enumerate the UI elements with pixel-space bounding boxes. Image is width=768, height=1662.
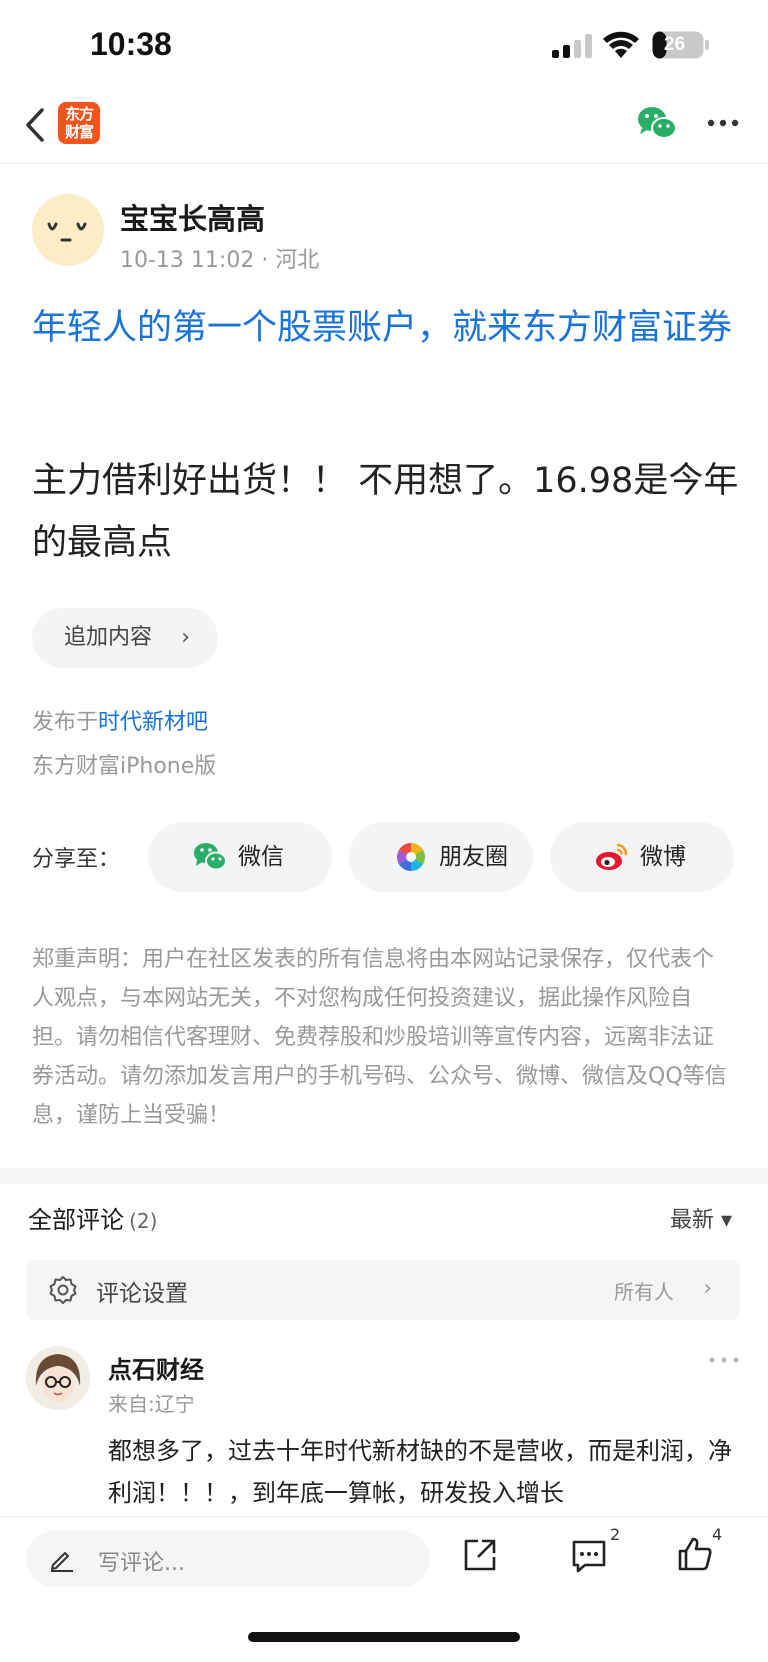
comments-title: 全部评论 bbox=[28, 1206, 124, 1234]
back-icon[interactable] bbox=[22, 104, 50, 146]
comment-icon[interactable] bbox=[570, 1537, 608, 1575]
like-count-badge: 4 bbox=[712, 1525, 723, 1544]
publish-info: 发布于时代新材吧 bbox=[32, 704, 208, 736]
share-wechat-label: 微信 bbox=[238, 844, 284, 870]
logo-line-1: 东方 bbox=[64, 105, 94, 123]
weibo-icon bbox=[596, 843, 628, 870]
status-time: 10:38 bbox=[90, 26, 172, 62]
home-indicator bbox=[248, 1632, 520, 1642]
pen-icon bbox=[51, 1552, 73, 1572]
like-icon[interactable] bbox=[676, 1535, 714, 1573]
gear-icon bbox=[49, 1276, 77, 1304]
write-comment-input[interactable]: 写评论... bbox=[26, 1531, 430, 1587]
share-weibo-label: 微博 bbox=[640, 844, 686, 870]
moments-icon bbox=[397, 843, 425, 871]
comment-settings-row[interactable]: 评论设置 所有人 › bbox=[26, 1260, 740, 1320]
comment-item: 点石财经 来自:辽宁 都想多了，过去十年时代新材缺的不是营收，而是利润，净利润！… bbox=[26, 1346, 740, 1516]
battery-level: 26 bbox=[664, 34, 686, 55]
wechat-icon bbox=[194, 843, 227, 871]
comment-count-badge: 2 bbox=[610, 1525, 621, 1544]
post-author: 宝宝长高高 10-13 11:02 · 河北 bbox=[32, 194, 732, 274]
share-wechat-button[interactable]: 微信 bbox=[148, 822, 332, 892]
chevron-right-icon: › bbox=[181, 625, 190, 650]
section-divider bbox=[0, 1168, 768, 1184]
battery-icon: 26 bbox=[652, 31, 710, 59]
promo-link[interactable]: 年轻人的第一个股票账户，就来东方财富证券 bbox=[32, 302, 742, 354]
post-meta: 10-13 11:02 · 河北 bbox=[120, 248, 320, 273]
cellular-signal-icon bbox=[552, 34, 592, 58]
more-icon[interactable] bbox=[706, 118, 740, 128]
write-comment-placeholder: 写评论... bbox=[98, 1551, 185, 1576]
wechat-icon[interactable] bbox=[636, 104, 678, 142]
comments-header: 全部评论 (2) 最新 ▾ bbox=[28, 1200, 740, 1240]
append-content-button[interactable]: 追加内容 › bbox=[32, 608, 218, 668]
disclaimer: 郑重声明：用户在社区发表的所有信息将由本网站记录保存，仅代表个人观点，与本网站无… bbox=[32, 947, 727, 1128]
status-bar: 10:38 26 bbox=[0, 0, 768, 90]
share-out-icon[interactable] bbox=[462, 1537, 498, 1573]
comment-text: 都想多了，过去十年时代新材缺的不是营收，而是利润，净利润！！！，到年底一算帐，研… bbox=[108, 1437, 732, 1507]
comments-count: (2) bbox=[129, 1209, 158, 1233]
client-info: 东方财富iPhone版 bbox=[32, 754, 217, 779]
share-moments-label: 朋友圈 bbox=[439, 844, 508, 870]
avatar[interactable] bbox=[32, 194, 104, 266]
sort-dropdown[interactable]: 最新 ▾ bbox=[670, 1202, 732, 1234]
comment-settings-label: 评论设置 bbox=[96, 1281, 188, 1307]
app-logo[interactable]: 东方 财富 bbox=[58, 102, 100, 144]
share-moments-button[interactable]: 朋友圈 bbox=[349, 822, 533, 892]
commenter-name[interactable]: 点石财经 bbox=[108, 1350, 204, 1385]
comment-settings-value: 所有人 bbox=[614, 1280, 674, 1304]
commenter-location: 来自:辽宁 bbox=[108, 1392, 195, 1416]
wifi-icon bbox=[603, 31, 639, 58]
logo-line-2: 财富 bbox=[64, 123, 94, 141]
nav-bar: 东方 财富 bbox=[0, 90, 768, 164]
share-label: 分享至： bbox=[32, 847, 121, 872]
append-content-label: 追加内容 bbox=[64, 625, 153, 650]
avatar[interactable] bbox=[26, 1346, 90, 1410]
publish-prefix: 发布于 bbox=[32, 710, 99, 735]
bar-link[interactable]: 时代新材吧 bbox=[98, 710, 208, 735]
post-body: 主力借利好出货！！ 不用想了。16.98是今年的最高点 bbox=[32, 461, 739, 563]
chevron-right-icon: › bbox=[703, 1276, 712, 1301]
author-name[interactable]: 宝宝长高高 bbox=[120, 196, 265, 238]
more-icon[interactable] bbox=[708, 1356, 740, 1364]
share-weibo-button[interactable]: 微博 bbox=[550, 822, 734, 892]
